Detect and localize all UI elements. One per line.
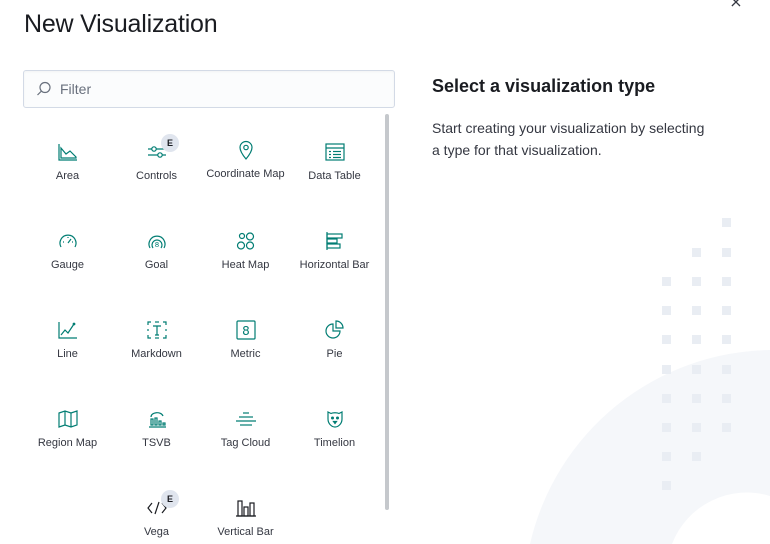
vis-type-label: TSVB [142, 437, 171, 449]
gauge-icon [56, 230, 80, 252]
pie-chart-icon [323, 319, 347, 341]
timelion-icon [323, 408, 347, 430]
markdown-icon [145, 319, 169, 341]
vis-type-markdown[interactable]: Markdown [112, 292, 201, 381]
vis-type-label: Pie [326, 348, 343, 360]
line-chart-icon [56, 319, 80, 341]
vis-type-label: Markdown [131, 348, 182, 360]
svg-text:8: 8 [154, 241, 158, 249]
experimental-badge: E [161, 490, 179, 508]
vis-type-label: Line [57, 348, 78, 360]
visualization-type-list[interactable]: Area Controls E Coordinate Map Data Tabl… [23, 114, 389, 544]
experimental-badge: E [161, 134, 179, 152]
vis-type-label: Coordinate Map [206, 168, 285, 180]
filter-search-box[interactable] [23, 70, 395, 108]
goal-icon: 8 [145, 230, 169, 252]
filter-input[interactable] [60, 81, 380, 97]
vis-type-tsvb[interactable]: TSVB [112, 381, 201, 470]
region-map-icon [56, 408, 80, 430]
vis-type-label: Region Map [37, 437, 98, 449]
vis-type-metric[interactable]: 8 Metric [201, 292, 290, 381]
table-icon [323, 141, 347, 163]
vis-type-label: Goal [144, 259, 169, 271]
horizontal-bar-icon [323, 230, 347, 252]
tag-cloud-icon [234, 408, 258, 430]
search-icon [28, 70, 60, 108]
vis-type-coordinate-map[interactable]: Coordinate Map [201, 114, 290, 203]
vis-type-label: Data Table [308, 170, 361, 182]
selection-description: Start creating your visualization by sel… [432, 120, 705, 158]
close-button[interactable]: × [726, 0, 746, 12]
list-scrollbar[interactable] [385, 114, 389, 510]
vis-type-gauge[interactable]: Gauge [23, 203, 112, 292]
vis-type-line[interactable]: Line [23, 292, 112, 381]
vis-type-region-map[interactable]: Region Map [23, 381, 112, 470]
vis-type-vega[interactable]: Vega E [112, 470, 201, 544]
tsvb-icon [145, 408, 169, 430]
new-visualization-modal: × New Visualization Area Controls E [0, 0, 770, 544]
vis-type-label: Timelion [313, 437, 356, 449]
vis-type-pie[interactable]: Pie [290, 292, 379, 381]
vis-type-label: Tag Cloud [220, 437, 271, 449]
svg-text:8: 8 [242, 324, 250, 338]
vis-type-data-table[interactable]: Data Table [290, 114, 379, 203]
area-chart-icon [56, 141, 80, 163]
vis-type-horizontal-bar[interactable]: Horizontal Bar [290, 203, 379, 292]
vis-type-label: Heat Map [221, 259, 270, 271]
metric-icon: 8 [234, 319, 258, 341]
vis-type-vertical-bar[interactable]: Vertical Bar [201, 470, 290, 544]
vis-type-label: Gauge [50, 259, 85, 271]
map-marker-icon [234, 139, 258, 161]
vis-type-goal[interactable]: 8 Goal [112, 203, 201, 292]
vis-type-label: Area [55, 170, 80, 182]
selection-heading: Select a visualization type [432, 76, 656, 96]
vis-type-label: Horizontal Bar [299, 259, 370, 271]
modal-title: New Visualization [24, 10, 218, 38]
vis-type-label: Vega [143, 526, 170, 538]
vertical-bar-icon [234, 497, 258, 519]
vis-type-label: Vertical Bar [217, 526, 274, 538]
vis-type-heat-map[interactable]: Heat Map [201, 203, 290, 292]
vis-type-tag-cloud[interactable]: Tag Cloud [201, 381, 290, 470]
vis-type-label: Controls [136, 170, 177, 182]
background-illustration [530, 218, 770, 544]
vis-type-area[interactable]: Area [23, 114, 112, 203]
vis-type-controls[interactable]: Controls E [112, 114, 201, 203]
vis-type-timelion[interactable]: Timelion [290, 381, 379, 470]
heatmap-icon [234, 230, 258, 252]
vis-type-label: Metric [230, 348, 261, 360]
